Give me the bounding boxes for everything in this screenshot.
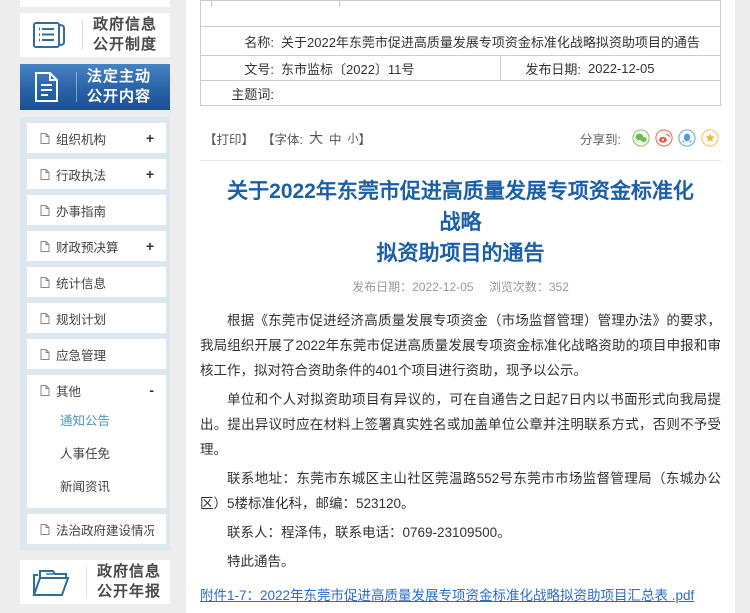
sidebar-card-disclosure-system[interactable]: 政府信息 公开制度 (20, 13, 170, 57)
attachment-link[interactable]: 附件1-7：2022年东莞市促进高质量发展专项资金标准化战略拟资助项目汇总表 .… (200, 588, 694, 603)
sidebar-item-service-guide[interactable]: 办事指南 (27, 195, 166, 225)
main-content: 名称: 关于2022年东莞市促进高质量发展专项资金标准化战略拟资助项目的通告 文… (186, 0, 735, 613)
sidebar-cutoff-card (20, 0, 170, 7)
attachment-row: 附件1-7：2022年东莞市促进高质量发展专项资金标准化战略拟资助项目汇总表 .… (200, 583, 721, 608)
sidebar-group-other: 其他 - 通知公告 人事任免 新闻资讯 (27, 375, 166, 508)
sidebar-item-emergency[interactable]: 应急管理 (27, 339, 166, 369)
doc-bullet-icon (40, 313, 50, 324)
divider (76, 72, 77, 102)
font-size-prefix: 【字体: (262, 129, 303, 148)
table-cutoff-row (201, 1, 720, 26)
divider (86, 567, 87, 597)
doc-bullet-icon (40, 133, 50, 144)
docno-label: 文号: (201, 59, 281, 78)
doc-bullet-icon (40, 385, 50, 396)
sidebar-card-label: 政府信息 公开年报 (97, 562, 161, 602)
doc-bullet-icon (40, 524, 50, 535)
folder-report-icon (32, 566, 70, 598)
sidebar-card-label: 法定主动 公开内容 (87, 67, 151, 107)
paragraph: 根据《东莞市促进经济高质量发展专项资金（市场监督管理）管理办法》的要求，我局组织… (200, 308, 721, 383)
doc-bullet-icon (40, 349, 50, 360)
divider (82, 20, 83, 50)
keywords-label: 主题词: (201, 84, 281, 103)
sidebar-item-rule-of-law[interactable]: 法治政府建设情况... (27, 514, 166, 544)
pubdate-value: 2022-12-05 (588, 61, 720, 76)
share-label: 分享到: (580, 129, 621, 148)
pubdate-label: 发布日期: (500, 56, 588, 80)
font-size-controls: 【字体: 大 中 小 】 (262, 128, 371, 148)
sidebar-subitem-notices[interactable]: 通知公告 (27, 405, 166, 438)
sidebar-item-fiscal-budget[interactable]: 财政预决算 + (27, 231, 166, 261)
article-body: 根据《东莞市促进经济高质量发展专项资金（市场监督管理）管理办法》的要求，我局组织… (200, 308, 721, 608)
doc-bullet-icon (40, 205, 50, 216)
paragraph: 特此通告。 (200, 549, 721, 574)
share-bar: 分享到: (580, 129, 719, 148)
document-info-table: 名称: 关于2022年东莞市促进高质量发展专项资金标准化战略拟资助项目的通告 文… (200, 0, 721, 106)
font-size-medium-button[interactable]: 中 (329, 129, 342, 148)
weibo-icon[interactable] (655, 129, 673, 147)
sidebar: 政府信息 公开制度 法定主动 公开内容 (20, 0, 170, 611)
expand-plus-icon[interactable]: + (146, 238, 154, 254)
article-toolbar: 【打印】 【字体: 大 中 小 】 分享到: (200, 120, 721, 161)
font-size-suffix: 】 (359, 129, 372, 148)
sidebar-menu-panel: 组织机构 + 行政执法 + 办事指南 (20, 117, 170, 550)
paragraph: 单位和个人对拟资助项目有异议的，可在自通告之日起7日内以书面形式向我局提出。提出… (200, 387, 721, 462)
article-title: 关于2022年东莞市促进高质量发展专项资金标准化战略 拟资助项目的通告 (220, 176, 701, 269)
view-count: 浏览次数：352 (489, 280, 569, 294)
ledger-book-icon (32, 20, 66, 50)
doc-bullet-icon (40, 241, 50, 252)
wechat-icon[interactable] (632, 129, 650, 147)
sidebar-item-other[interactable]: 其他 - (27, 375, 166, 405)
sidebar-item-statistics[interactable]: 统计信息 (27, 267, 166, 297)
sidebar-item-planning[interactable]: 规划计划 (27, 303, 166, 333)
paragraph: 联系地址：东莞市东城区主山社区莞温路552号东莞市市场监督管理局（东城办公区）5… (200, 466, 721, 516)
document-icon (32, 71, 60, 103)
sidebar-card-annual-report[interactable]: 政府信息 公开年报 (20, 560, 170, 604)
article-meta: 发布日期：2022-12-05 浏览次数：352 (200, 278, 721, 295)
qq-icon[interactable] (678, 129, 696, 147)
expand-plus-icon[interactable]: + (146, 130, 154, 146)
sidebar-subitem-news[interactable]: 新闻资讯 (27, 471, 166, 504)
sidebar-card-label: 政府信息 公开制度 (93, 15, 157, 55)
font-size-small-button[interactable]: 小 (348, 130, 359, 146)
doc-bullet-icon (40, 277, 50, 288)
doc-bullet-icon (40, 169, 50, 180)
sidebar-item-organization[interactable]: 组织机构 + (27, 123, 166, 153)
name-label: 名称: (201, 32, 281, 51)
print-button[interactable]: 【打印】 (204, 129, 254, 148)
name-value: 关于2022年东莞市促进高质量发展专项资金标准化战略拟资助项目的通告 (281, 32, 720, 51)
page: 政府信息 公开制度 法定主动 公开内容 (0, 0, 750, 613)
table-row-keywords: 主题词: (201, 80, 720, 105)
sidebar-subitem-personnel[interactable]: 人事任免 (27, 438, 166, 471)
collapse-minus-icon[interactable]: - (149, 382, 154, 398)
share-more-icon[interactable] (701, 129, 719, 147)
paragraph: 联系人：程泽伟，联系电话：0769-23109500。 (200, 520, 721, 545)
sidebar-item-law-enforcement[interactable]: 行政执法 + (27, 159, 166, 189)
font-size-large-button[interactable]: 大 (309, 128, 323, 148)
docno-value: 东市监标〔2022〕11号 (281, 59, 500, 78)
expand-plus-icon[interactable]: + (146, 166, 154, 182)
sidebar-card-active-disclosure[interactable]: 法定主动 公开内容 (20, 64, 170, 110)
table-row-docno: 文号: 东市监标〔2022〕11号 发布日期: 2022-12-05 (201, 55, 720, 80)
table-row-name: 名称: 关于2022年东莞市促进高质量发展专项资金标准化战略拟资助项目的通告 (201, 26, 720, 55)
publish-date: 发布日期：2022-12-05 (352, 280, 473, 294)
